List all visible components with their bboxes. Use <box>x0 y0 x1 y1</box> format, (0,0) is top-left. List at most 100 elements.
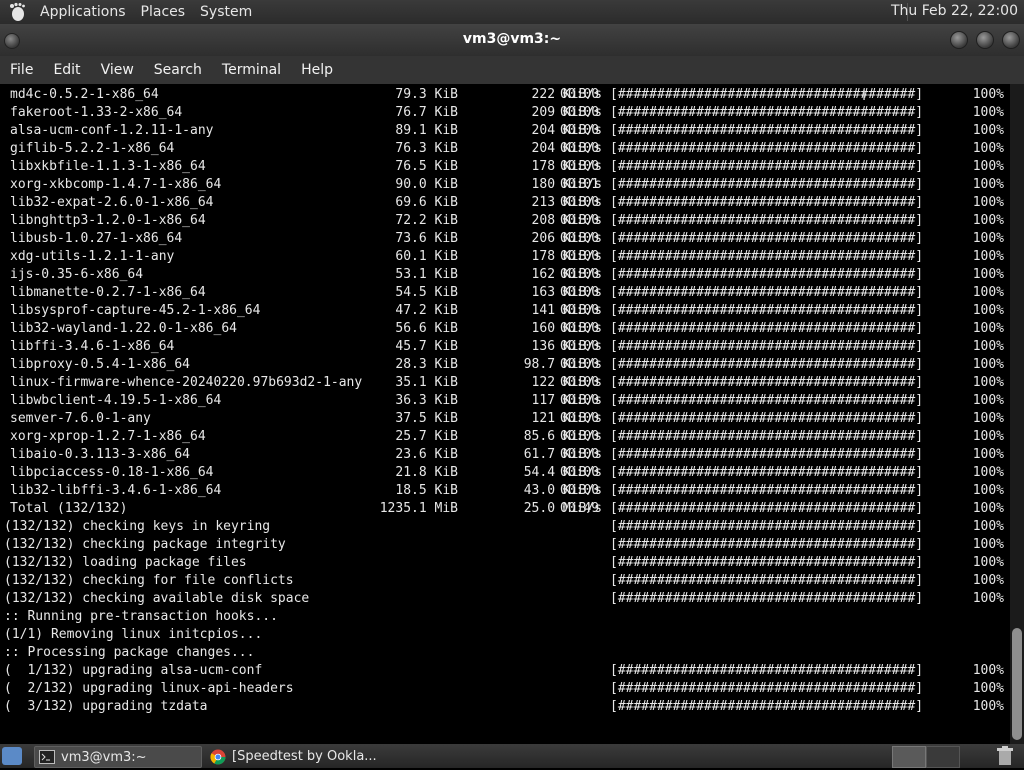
minimize-button[interactable] <box>950 31 968 49</box>
close-button[interactable] <box>1002 31 1020 49</box>
download-time: 00:00 <box>560 267 600 282</box>
download-row: alsa-ucm-conf-1.2.11-1-any 89.1 KiB 204 Ki… <box>4 122 1006 140</box>
download-time: 00:00 <box>560 483 600 498</box>
progress-percent: 100% <box>972 699 1004 714</box>
step-text: (132/132) checking package integrity <box>4 537 286 552</box>
download-size: 25.7 KiB <box>395 429 458 444</box>
package-name: lib32-expat-2.6.0-1-x86_64 <box>10 195 214 210</box>
progress-percent: 100% <box>972 465 1004 480</box>
download-row: libmanette-0.2.7-1-x86_64 54.5 KiB 163 KiB… <box>4 284 1006 302</box>
progress-bar-text: [######################################] <box>610 321 924 336</box>
download-size: 36.3 KiB <box>395 393 458 408</box>
task-terminal-label: vm3@vm3:~ <box>61 749 147 765</box>
applications-menu[interactable]: Applications <box>34 4 135 20</box>
download-size: 37.5 KiB <box>395 411 458 426</box>
download-time: 00:00 <box>560 195 600 210</box>
scrollbar-thumb[interactable] <box>1012 628 1022 740</box>
download-time: 00:00 <box>560 447 600 462</box>
download-row: xdg-utils-1.2.1-1-any 60.1 KiB 178 KiB/s 00… <box>4 248 1006 266</box>
progress-bar-text: [######################################] <box>610 699 924 714</box>
download-size: 18.5 KiB <box>395 483 458 498</box>
download-time: 00:00 <box>560 357 600 372</box>
download-size: 28.3 KiB <box>395 357 458 372</box>
progress-bar-text: [######################################] <box>610 357 924 372</box>
step-row: (132/132) checking keys in keyring [#####… <box>4 518 1006 536</box>
progress-percent: 100% <box>972 303 1004 318</box>
show-desktop-icon[interactable] <box>2 747 22 765</box>
progress-percent: 100% <box>972 105 1004 120</box>
download-row: libffi-3.4.6-1-x86_64 45.7 KiB 136 KiB/s 00… <box>4 338 1006 356</box>
progress-bar-text: [######################################] <box>610 285 924 300</box>
menu-terminal[interactable]: Terminal <box>212 62 291 78</box>
maximize-button[interactable] <box>976 31 994 49</box>
progress-bar-text: [######################################] <box>610 123 924 138</box>
download-row: libxkbfile-1.1.3-1-x86_64 76.5 KiB 178 KiB… <box>4 158 1006 176</box>
task-terminal[interactable]: vm3@vm3:~ <box>34 746 202 768</box>
progress-bar-text: [######################################] <box>610 195 924 210</box>
progress-bar-text: [######################################] <box>610 411 924 426</box>
progress-percent: 100% <box>972 285 1004 300</box>
download-size: 72.2 KiB <box>395 213 458 228</box>
progress-percent: 100% <box>972 393 1004 408</box>
package-name: libxkbfile-1.1.3-1-x86_64 <box>10 159 206 174</box>
package-name: libffi-3.4.6-1-x86_64 <box>10 339 175 354</box>
package-name: ijs-0.35-6-x86_64 <box>10 267 144 282</box>
step-text: (1/1) Removing linux initcpios... <box>4 627 263 642</box>
progress-bar-text: [######################################] <box>610 681 924 696</box>
package-name: md4c-0.5.2-1-x86_64 <box>10 87 159 102</box>
menu-edit[interactable]: Edit <box>43 62 90 78</box>
workspace-2[interactable] <box>926 746 960 768</box>
download-row: libproxy-0.5.4-1-x86_64 28.3 KiB 98.7 KiB/… <box>4 356 1006 374</box>
terminal-scrollbar[interactable] <box>1010 84 1024 744</box>
menu-help[interactable]: Help <box>291 62 343 78</box>
progress-percent: 100% <box>972 267 1004 282</box>
download-time: 00:00 <box>560 249 600 264</box>
terminal-lines: md4c-0.5.2-1-x86_64 79.3 KiB 222 KiB/s 00:0… <box>4 86 1006 716</box>
step-row: ( 2/132) upgrading linux-api-headers [###… <box>4 680 1006 698</box>
package-name: lib32-wayland-1.22.0-1-x86_64 <box>10 321 237 336</box>
gnome-foot-icon[interactable] <box>6 1 28 23</box>
progress-percent: 100% <box>972 483 1004 498</box>
step-row: :: Processing package changes... <box>4 644 1006 662</box>
progress-bar-text: [######################################] <box>610 303 924 318</box>
menu-search[interactable]: Search <box>144 62 212 78</box>
progress-percent: 100% <box>972 591 1004 606</box>
workspace-1[interactable] <box>892 746 926 768</box>
download-row: libwbclient-4.19.5-1-x86_64 36.3 KiB 117 K… <box>4 392 1006 410</box>
download-size: 21.8 KiB <box>395 465 458 480</box>
ibeam-cursor-icon: I <box>862 88 867 104</box>
download-row: libsysprof-capture-45.2-1-x86_64 47.2 KiB… <box>4 302 1006 320</box>
task-browser[interactable]: [Speedtest by Ookla... <box>206 746 380 766</box>
progress-percent: 100% <box>972 339 1004 354</box>
download-row: libnghttp3-1.2.0-1-x86_64 72.2 KiB 208 KiB… <box>4 212 1006 230</box>
trash-icon[interactable] <box>996 746 1016 766</box>
window-titlebar[interactable]: vm3@vm3:~ <box>0 24 1024 56</box>
progress-percent: 100% <box>972 681 1004 696</box>
places-menu[interactable]: Places <box>135 4 195 20</box>
download-size: 45.7 KiB <box>395 339 458 354</box>
step-text: :: Processing package changes... <box>4 645 255 660</box>
system-menu[interactable]: System <box>194 4 261 20</box>
download-row: semver-7.6.0-1-any 37.5 KiB 121 KiB/s 00:00… <box>4 410 1006 428</box>
progress-bar-text: [######################################] <box>610 375 924 390</box>
clock[interactable]: Thu Feb 22, 22:00 <box>891 3 1018 19</box>
progress-bar-text: [######################################] <box>610 465 924 480</box>
progress-bar-text: [######################################] <box>610 141 924 156</box>
download-time: 00:49 <box>560 501 600 516</box>
terminal-menubar: File Edit View Search Terminal Help <box>0 56 1024 84</box>
progress-bar-text: [######################################] <box>610 483 924 498</box>
menu-file[interactable]: File <box>0 62 43 78</box>
package-name: libusb-1.0.27-1-x86_64 <box>10 231 183 246</box>
download-time: 00:00 <box>560 375 600 390</box>
download-row: linux-firmware-whence-20240220.97b693d2-… <box>4 374 1006 392</box>
download-row: ijs-0.35-6-x86_64 53.1 KiB 162 KiB/s 00:00[… <box>4 266 1006 284</box>
download-row: xorg-xprop-1.2.7-1-x86_64 25.7 KiB 85.6 Ki… <box>4 428 1006 446</box>
download-size: 54.5 KiB <box>395 285 458 300</box>
window-title: vm3@vm3:~ <box>462 31 562 47</box>
download-time: 00:00 <box>560 159 600 174</box>
progress-bar-text: [######################################] <box>610 339 924 354</box>
download-time: 00:00 <box>560 339 600 354</box>
menu-view[interactable]: View <box>91 62 144 78</box>
terminal-output[interactable]: md4c-0.5.2-1-x86_64 79.3 KiB 222 KiB/s 00:0… <box>0 84 1010 744</box>
progress-bar-text: [######################################] <box>610 537 924 552</box>
